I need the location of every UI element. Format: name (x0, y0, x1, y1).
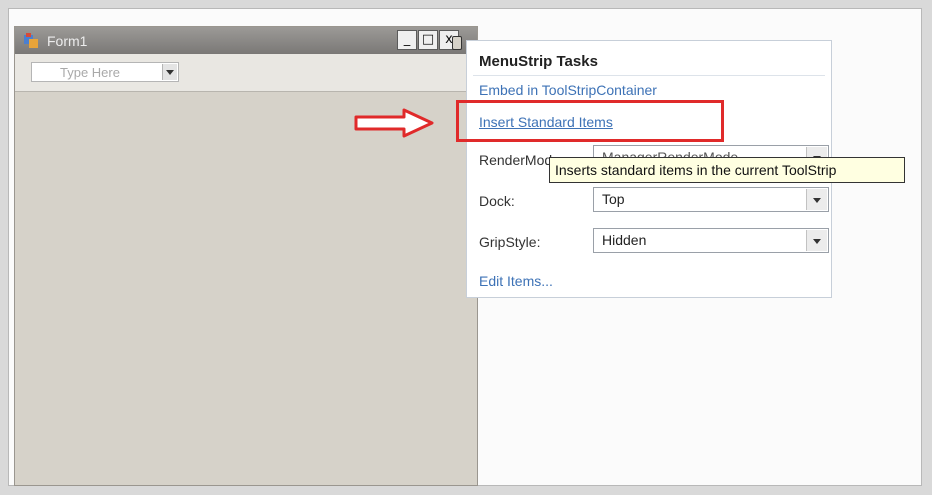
dock-value: Top (602, 191, 625, 207)
form-title: Form1 (47, 33, 88, 49)
tooltip: Inserts standard items in the current To… (549, 157, 905, 183)
gripstyle-label: GripStyle: (479, 234, 541, 250)
smart-tag-glyph-icon[interactable] (452, 36, 462, 50)
panel-title: MenuStrip Tasks (479, 53, 598, 70)
dock-label: Dock: (479, 193, 515, 209)
maximize-icon[interactable]: □ (418, 30, 438, 50)
form-window[interactable]: Form1 _ □ x Type Here (14, 26, 478, 486)
type-here-placeholder: Type Here (60, 65, 120, 80)
form-titlebar[interactable]: Form1 _ □ x (15, 27, 477, 54)
gripstyle-select[interactable]: Hidden (593, 228, 829, 253)
edit-items-link[interactable]: Edit Items... (479, 273, 553, 289)
red-arrow-icon (354, 108, 434, 138)
highlight-box (456, 100, 724, 142)
window-buttons: _ □ x (397, 30, 459, 50)
form-app-icon (24, 33, 38, 48)
chevron-down-icon[interactable] (162, 64, 177, 80)
dock-select[interactable]: Top (593, 187, 829, 212)
type-here-box[interactable]: Type Here (31, 62, 179, 82)
chevron-down-icon[interactable] (806, 189, 827, 210)
minimize-icon[interactable]: _ (397, 30, 417, 50)
gripstyle-value: Hidden (602, 232, 647, 248)
menustrip[interactable]: Type Here (15, 54, 477, 92)
divider (473, 75, 825, 76)
embed-in-toolstripcontainer-link[interactable]: Embed in ToolStripContainer (479, 82, 657, 98)
chevron-down-icon[interactable] (806, 230, 827, 251)
form-client-area (15, 92, 477, 485)
